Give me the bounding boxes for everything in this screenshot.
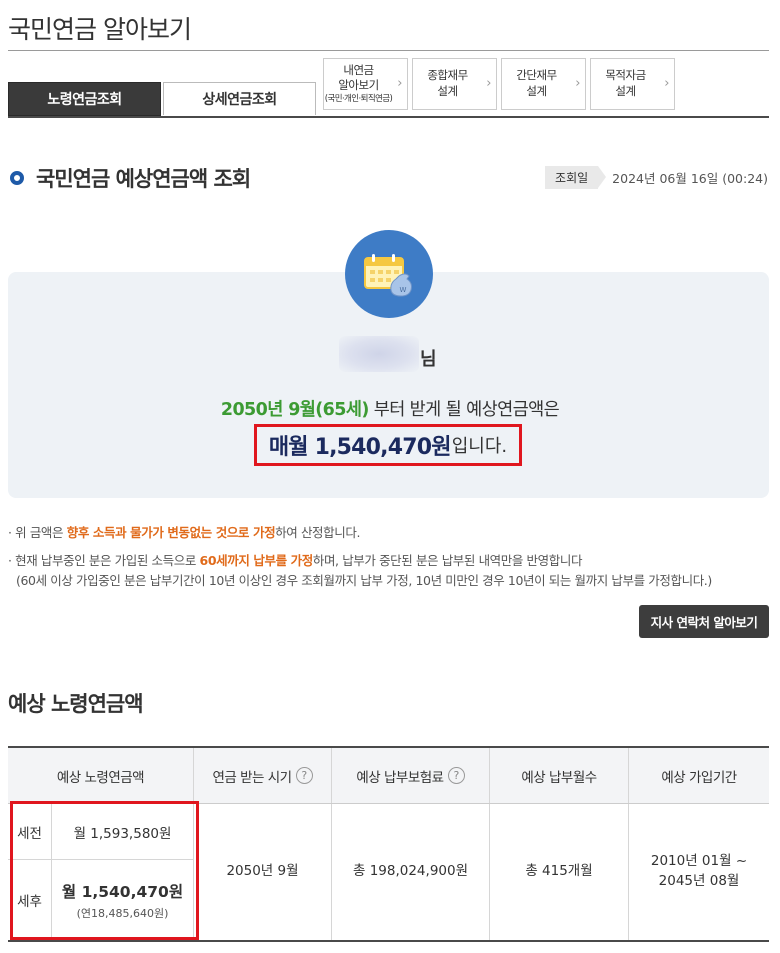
inquiry-date: 조회일 2024년 06월 16일 (00:24) <box>545 166 768 189</box>
note-text: 하여 산정합니다. <box>275 525 361 540</box>
tab-bar: 노령연금조회 상세연금조회 내연금 알아보기 (국민·개인·퇴직연금) › 종합… <box>8 58 769 118</box>
note-text: 하며, 납부가 중단된 분은 납부된 내역만을 반영합니다 <box>312 553 583 569</box>
help-icon[interactable]: ? <box>295 767 313 784</box>
pre-tax-value: 월 1,593,580원 <box>52 804 193 859</box>
chevron-right-icon: › <box>486 76 491 92</box>
quick-link-label: 목적자금 <box>605 68 646 83</box>
tab-detailed-pension[interactable]: 상세연금조회 <box>163 82 316 115</box>
quick-link-label: 설계 <box>526 84 547 98</box>
quick-link-label: 설계 <box>615 84 636 98</box>
tab-old-age-pension[interactable]: 노령연금조회 <box>8 82 161 116</box>
quick-link-note: (국민·개인·퇴직연금) <box>324 93 393 104</box>
note-sub: (60세 이상 가입중인 분은 납부기간이 10년 이상인 경우 조회월까지 납… <box>16 572 712 588</box>
table-header-cell: 예상 가입기간 <box>629 748 769 803</box>
quick-link-label: 간단재무 <box>516 68 557 83</box>
note-text: 현재 납부중인 분은 가입된 소득으로 <box>15 553 200 569</box>
premium-cell: 총 198,024,900원 <box>332 804 490 940</box>
circle-bullet-icon <box>10 171 24 185</box>
page-title: 국민연금 알아보기 <box>8 15 192 44</box>
pre-tax-label: 세전 <box>8 804 52 859</box>
start-time-cell: 2050년 9월 <box>194 804 332 940</box>
user-name-suffix: 님 <box>420 349 437 370</box>
quick-link-purpose-fund-plan[interactable]: 목적자금 설계 › <box>590 58 675 110</box>
branch-contact-button[interactable]: 지사 연락처 알아보기 <box>639 605 769 638</box>
user-name-blurred <box>339 336 419 372</box>
monthly-amount-highlight: 매월 1,540,470원 입니다. <box>254 424 522 466</box>
quick-link-my-pension[interactable]: 내연금 알아보기 (국민·개인·퇴직연금) › <box>323 58 408 110</box>
table-row: 세전 월 1,593,580원 세후 월 1,540,470원 (연18,485… <box>8 804 769 940</box>
monthly-amount: 매월 1,540,470원 <box>268 435 452 460</box>
post-tax-row: 세후 월 1,540,470원 (연18,485,640원) <box>8 860 193 940</box>
pre-tax-row: 세전 월 1,593,580원 <box>8 804 193 860</box>
pension-table: 예상 노령연금액 연금 받는 시기? 예상 납부보험료? 예상 납부월수 예상 … <box>8 746 769 942</box>
notes: · 위 금액은 향후 소득과 물가가 변동없는 것으로 가정하여 산정합니다. … <box>8 523 712 599</box>
table-header-cell: 예상 납부보험료? <box>332 748 490 803</box>
post-tax-amount: 월 1,540,470원 <box>61 882 184 901</box>
quick-link-label: 종합재무 <box>427 68 468 83</box>
chevron-right-icon: › <box>575 76 580 92</box>
quick-link-label: 내연금 <box>343 62 374 77</box>
table-header-cell: 예상 납부월수 <box>490 748 629 803</box>
months-cell: 총 415개월 <box>490 804 629 940</box>
table-header-cell: 예상 노령연금액 <box>8 748 194 803</box>
section-header: 국민연금 예상연금액 조회 <box>10 163 251 193</box>
header-label: 예상 납부보험료 <box>356 769 444 786</box>
svg-text:W: W <box>400 286 407 294</box>
note-highlight: 향후 소득과 물가가 변동없는 것으로 가정 <box>66 525 276 540</box>
table-section-title: 예상 노령연금액 <box>8 692 144 716</box>
note-item: · 현재 납부중인 분은 가입된 소득으로 60세까지 납부를 가정하며, 납부… <box>8 553 583 569</box>
quick-link-comprehensive-plan[interactable]: 종합재무 설계 › <box>412 58 497 110</box>
pension-start-date: 2050년 9월(65세) <box>220 400 369 420</box>
calendar-coin-icon: W <box>345 230 433 318</box>
note-item: · 위 금액은 향후 소득과 물가가 변동없는 것으로 가정하여 산정합니다. <box>8 525 361 540</box>
header-label: 예상 노령연금액 <box>56 769 145 786</box>
quick-link-simple-plan[interactable]: 간단재무 설계 › <box>501 58 586 110</box>
table-header-cell: 연금 받는 시기? <box>194 748 332 803</box>
tab-bar-underline <box>8 116 769 118</box>
post-tax-annual: (연18,485,640원) <box>76 906 169 920</box>
inquiry-date-value: 2024년 06월 16일 (00:24) <box>612 171 768 186</box>
note-highlight: 60세까지 납부를 가정 <box>199 553 314 569</box>
chevron-right-icon: › <box>664 76 669 92</box>
table-header-row: 예상 노령연금액 연금 받는 시기? 예상 납부보험료? 예상 납부월수 예상 … <box>8 748 769 804</box>
period-cell: 2010년 01월 ~ 2045년 08월 <box>629 804 769 940</box>
header-label: 예상 가입기간 <box>661 769 737 786</box>
pre-tax-amount: 월 1,593,580원 <box>73 825 172 842</box>
section-title: 국민연금 예상연금액 조회 <box>36 167 251 191</box>
header-label: 연금 받는 시기 <box>212 769 292 786</box>
quick-link-label: 알아보기 <box>338 78 379 93</box>
note-text: 위 금액은 <box>15 525 67 540</box>
quick-link-label: 설계 <box>437 84 458 98</box>
amount-cell: 세전 월 1,593,580원 세후 월 1,540,470원 (연18,485… <box>8 804 194 940</box>
period-start: 2010년 01월 ~ <box>650 853 748 870</box>
pension-start-sentence: 2050년 9월(65세) 부터 받게 될 예상연금액은 <box>0 396 780 421</box>
header-label: 예상 납부월수 <box>521 769 597 786</box>
monthly-amount-tail: 입니다. <box>451 436 508 457</box>
pension-start-text: 부터 받게 될 예상연금액은 <box>368 400 560 420</box>
post-tax-label: 세후 <box>8 860 52 940</box>
period-end: 2045년 08월 <box>658 873 740 889</box>
help-icon[interactable]: ? <box>447 767 465 784</box>
post-tax-value: 월 1,540,470원 (연18,485,640원) <box>52 860 193 940</box>
title-divider <box>8 50 769 51</box>
chevron-right-icon: › <box>397 76 402 92</box>
inquiry-date-label: 조회일 <box>545 166 607 189</box>
